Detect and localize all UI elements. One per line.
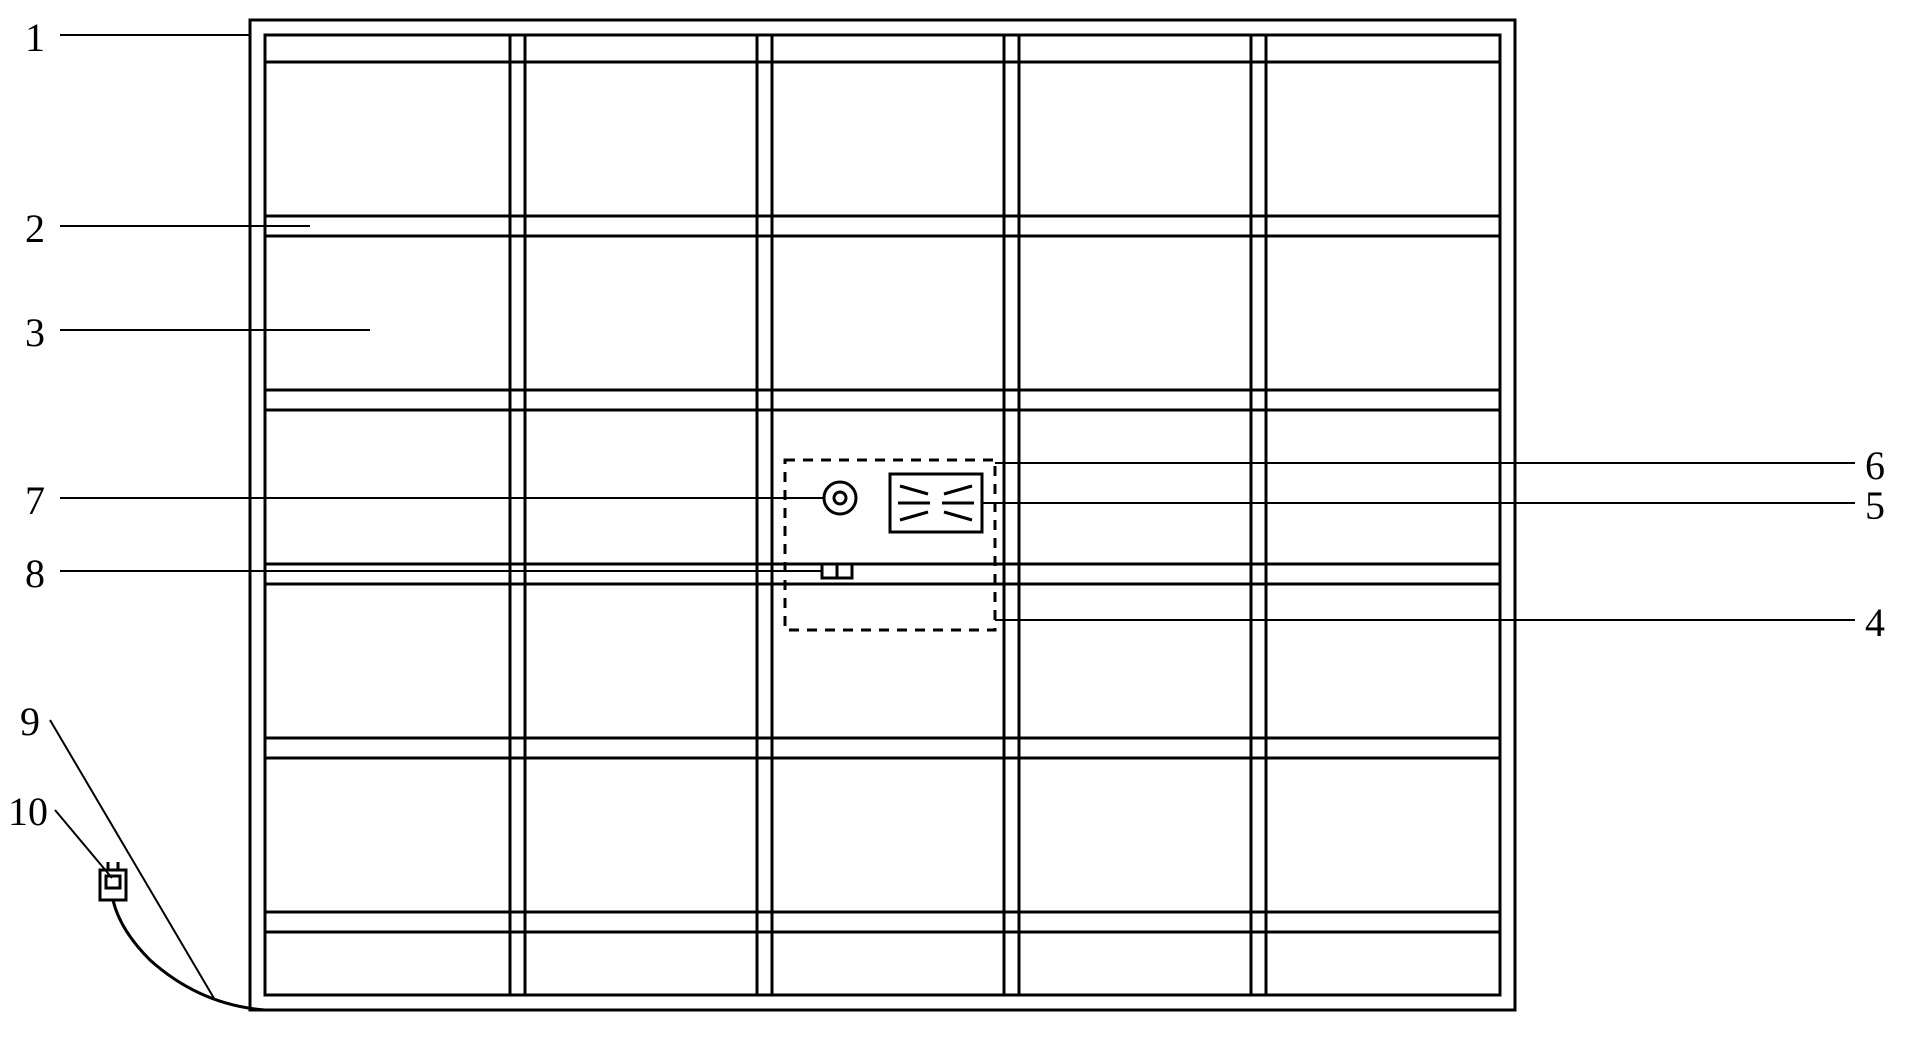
callout-7: 7 bbox=[25, 477, 45, 524]
callout-3: 3 bbox=[25, 309, 45, 356]
callout-1: 1 bbox=[25, 14, 45, 61]
technical-drawing bbox=[0, 0, 1915, 1048]
callout-8: 8 bbox=[25, 550, 45, 597]
callout-9: 9 bbox=[20, 698, 40, 745]
callout-5: 5 bbox=[1865, 482, 1885, 529]
callout-10: 10 bbox=[8, 788, 48, 835]
callout-2: 2 bbox=[25, 205, 45, 252]
callout-4: 4 bbox=[1865, 599, 1885, 646]
diagram-canvas: 1 2 3 7 8 6 5 4 9 10 bbox=[0, 0, 1915, 1048]
